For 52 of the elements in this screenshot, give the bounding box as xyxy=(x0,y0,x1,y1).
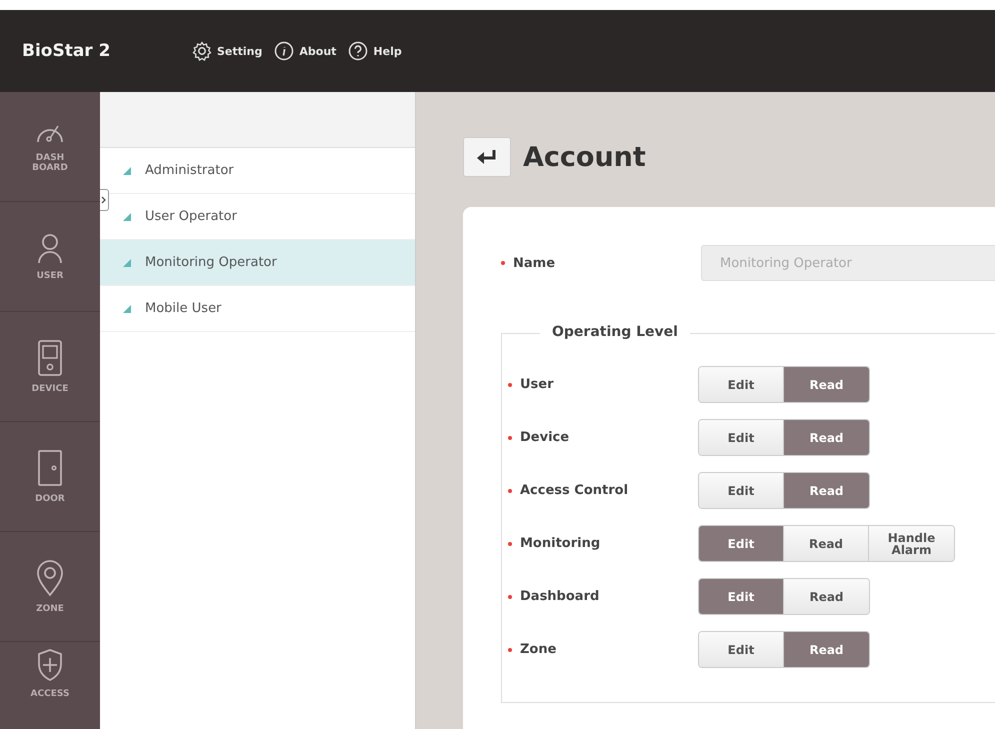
field-label: Device xyxy=(502,430,698,445)
required-dot xyxy=(508,648,512,652)
field-label: Monitoring xyxy=(502,536,698,551)
header-link[interactable]: Setting xyxy=(192,41,262,61)
app-logo: BioStar 2 xyxy=(22,41,112,61)
expand-toggle[interactable] xyxy=(100,189,109,211)
field-label: Name xyxy=(501,256,701,270)
segment-button[interactable]: Edit xyxy=(699,473,784,508)
triangle-icon xyxy=(123,304,131,312)
return-arrow-icon xyxy=(476,149,498,165)
triangle-icon xyxy=(123,212,131,220)
settings-icon xyxy=(192,41,212,61)
location-pin-icon xyxy=(36,558,64,597)
segment-button[interactable]: Handle Alarm xyxy=(869,526,954,561)
required-dot xyxy=(508,436,512,440)
user-icon xyxy=(36,232,64,264)
field-label: User xyxy=(502,377,698,392)
account-item[interactable]: Mobile User xyxy=(100,286,415,332)
account-item[interactable]: Administrator xyxy=(100,148,415,194)
info-icon xyxy=(274,41,294,61)
segment-button[interactable]: Edit xyxy=(699,420,784,455)
segment-button[interactable]: Read xyxy=(784,579,869,614)
segment-button[interactable]: Read xyxy=(784,367,869,402)
header-link[interactable]: Help xyxy=(348,41,402,61)
segment-button[interactable]: Edit xyxy=(699,526,784,561)
door-icon xyxy=(37,448,63,487)
required-dot xyxy=(508,542,512,546)
field-label: Dashboard xyxy=(502,589,698,604)
header-link[interactable]: About xyxy=(274,41,336,61)
shield-plus-icon xyxy=(36,648,64,682)
field-label: Access Control xyxy=(502,483,698,498)
help-icon xyxy=(348,41,368,61)
field-label: Zone xyxy=(502,642,698,657)
segment-button[interactable]: Read xyxy=(784,526,869,561)
segment-button[interactable]: Edit xyxy=(699,579,784,614)
section-heading: Operating Level xyxy=(540,324,690,340)
account-item[interactable]: Monitoring Operator xyxy=(100,240,415,286)
required-dot xyxy=(501,261,505,265)
device-icon xyxy=(37,338,63,377)
segment-button[interactable]: Edit xyxy=(699,367,784,402)
segment-button[interactable]: Read xyxy=(784,473,869,508)
required-dot xyxy=(508,594,512,598)
required-dot xyxy=(508,488,512,492)
nav-item[interactable]: ACCESS xyxy=(0,642,100,729)
segment-button[interactable]: Read xyxy=(784,420,869,455)
triangle-icon xyxy=(123,258,131,266)
back-button[interactable] xyxy=(463,137,511,177)
segment-button[interactable]: Read xyxy=(784,632,869,667)
segment-button[interactable]: Edit xyxy=(699,632,784,667)
required-dot xyxy=(508,382,512,386)
triangle-icon xyxy=(123,166,131,174)
page-title: Account xyxy=(523,142,646,172)
